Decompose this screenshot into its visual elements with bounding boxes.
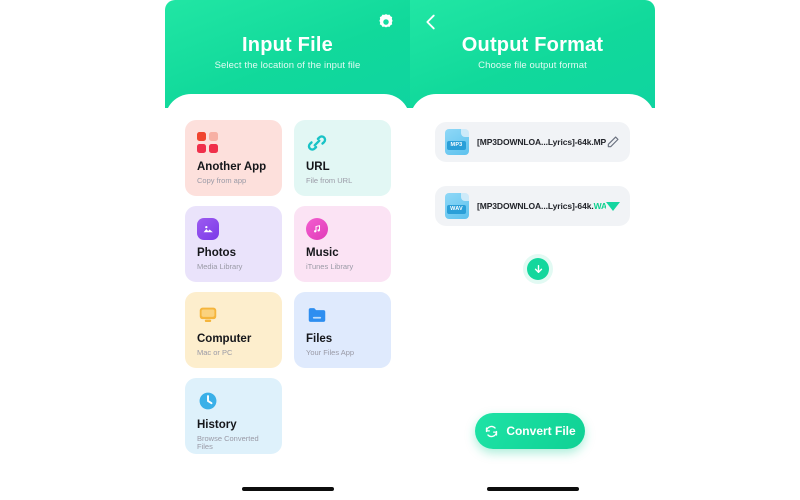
source-option-files[interactable]: Files Your Files App (294, 292, 391, 368)
convert-file-button[interactable]: Convert File (475, 413, 585, 449)
gear-icon[interactable] (376, 12, 396, 32)
caret-down-icon[interactable] (606, 201, 620, 211)
output-panel-title: Output Format (461, 34, 604, 56)
source-option-history[interactable]: History Browse Converted Files (185, 378, 282, 454)
input-file-row[interactable]: MP3 [MP3DOWNLOA...Lyrics]-64k.MP3 (435, 122, 630, 162)
home-indicator (486, 487, 579, 491)
source-option-title: Files (306, 333, 333, 345)
source-option-subtitle: Your Files App (306, 347, 355, 357)
output-format-panel: Output Format Choose file output format … (410, 0, 655, 500)
folder-icon (306, 304, 328, 326)
source-option-title: Computer (197, 333, 252, 345)
input-file-badge: MP3 (447, 141, 466, 150)
output-panel-header: Output Format Choose file output format (410, 0, 655, 108)
source-option-title: Music (306, 247, 339, 259)
source-option-subtitle: Mac or PC (197, 347, 233, 357)
photos-icon (197, 218, 219, 240)
output-file-badge: WAV (447, 205, 466, 214)
source-option-subtitle: Media Library (197, 261, 243, 271)
output-file-extension: WAV (593, 201, 606, 211)
app-screenshot: Input File Select the location of the in… (0, 0, 800, 500)
download-arrow-icon[interactable] (527, 258, 549, 280)
source-option-title: Photos (197, 247, 236, 259)
source-option-title: History (197, 419, 237, 431)
source-option-music[interactable]: Music iTunes Library (294, 206, 391, 282)
monitor-icon (197, 304, 219, 326)
source-option-subtitle: File from URL (306, 175, 353, 185)
source-option-subtitle: Browse Converted Files (197, 433, 259, 451)
wav-file-icon: WAV (445, 193, 469, 219)
input-panel-header: Input File Select the location of the in… (165, 0, 410, 108)
input-file-panel: Input File Select the location of the in… (165, 0, 410, 500)
output-file-row[interactable]: WAV [MP3DOWNLOA...Lyrics]-64k.WAV (435, 186, 630, 226)
source-option-another-app[interactable]: Another App Copy from app (185, 120, 282, 196)
source-option-subtitle: iTunes Library (306, 261, 354, 271)
grid-icon (197, 132, 219, 154)
source-option-url[interactable]: URL File from URL (294, 120, 391, 196)
link-icon (306, 132, 328, 154)
output-panel-body: MP3 [MP3DOWNLOA...Lyrics]-64k.MP3 WAV [M… (410, 94, 655, 500)
output-file-name-base: [MP3DOWNLOA...Lyrics]-64k. (477, 201, 594, 211)
home-indicator (241, 487, 334, 491)
source-option-title: Another App (197, 161, 267, 173)
source-option-subtitle: Copy from app (197, 175, 247, 185)
gear-icon-svg (379, 14, 393, 28)
pencil-icon[interactable] (606, 135, 620, 149)
source-option-computer[interactable]: Computer Mac or PC (185, 292, 282, 368)
music-note-icon (306, 218, 328, 240)
clock-icon (197, 390, 219, 412)
refresh-icon (486, 425, 498, 437)
convert-file-label: Convert File (506, 424, 576, 438)
input-file-name: [MP3DOWNLOA...Lyrics]-64k.MP3 (477, 137, 606, 147)
chevron-left-icon[interactable] (420, 10, 442, 34)
input-panel-body: Another App Copy from app URL File from … (165, 94, 410, 500)
input-panel-subtitle: Select the location of the input file (214, 60, 361, 71)
source-option-title: URL (306, 161, 330, 173)
output-file-name: [MP3DOWNLOA...Lyrics]-64k.WAV (477, 201, 606, 211)
source-option-photos[interactable]: Photos Media Library (185, 206, 282, 282)
output-panel-subtitle: Choose file output format (478, 60, 587, 71)
mp3-file-icon: MP3 (445, 129, 469, 155)
input-panel-title: Input File (242, 34, 333, 56)
source-options-grid: Another App Copy from app URL File from … (185, 120, 391, 454)
